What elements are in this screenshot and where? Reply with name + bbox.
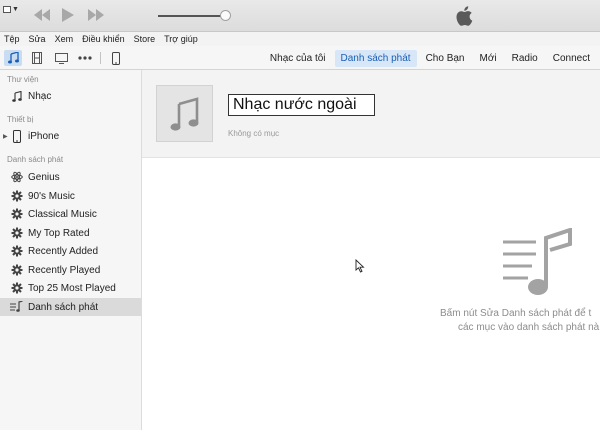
empty-state-message: Bấm nút Sửa Danh sách phát để t các mục … — [440, 307, 600, 335]
empty-state-line: các mục vào danh sách phát nà — [458, 322, 600, 333]
player-toolbar: ▼ — [0, 0, 600, 32]
more-icon — [78, 56, 92, 60]
tv-icon — [54, 52, 68, 64]
genius-atom-icon — [10, 171, 23, 184]
sidebar-item-iphone[interactable]: ▶ iPhone — [0, 127, 141, 145]
sidebar-item-recently-added[interactable]: Recently Added — [0, 242, 141, 260]
section-title-playlists: Danh sách phát — [7, 155, 64, 164]
sidebar-item-label: Nhạc — [28, 90, 52, 102]
sidebar-item-label: Danh sách phát — [28, 301, 99, 313]
nav-bar: Nhạc của tôi Danh sách phát Cho Bạn Mới … — [0, 46, 600, 70]
volume-slider-track[interactable] — [158, 15, 226, 17]
iphone-device-button[interactable] — [107, 50, 125, 66]
tab-my-music[interactable]: Nhạc của tôi — [264, 50, 332, 67]
tv-media-button[interactable] — [52, 50, 70, 66]
menu-view[interactable]: Xem — [55, 34, 74, 44]
sidebar: Thư viện Nhạc Thiết bị ▶ iPhone Danh sác… — [0, 70, 142, 430]
gear-icon — [10, 208, 23, 221]
menu-bar: Tệp Sửa Xem Điều khiển Store Trợ giúp — [0, 32, 600, 46]
tab-for-you[interactable]: Cho Bạn — [420, 50, 471, 67]
film-icon — [32, 52, 42, 64]
sidebar-item-label: Top 25 Most Played — [28, 282, 116, 294]
sidebar-item-label: Classical Music — [28, 208, 97, 220]
sidebar-item-top-25-most-played[interactable]: Top 25 Most Played — [0, 279, 141, 297]
sidebar-item-genius[interactable]: Genius — [0, 168, 141, 186]
sidebar-item-label: My Top Rated — [28, 227, 90, 239]
empty-playlist-icon — [503, 228, 572, 295]
music-note-icon — [10, 90, 23, 103]
playlist-header: Không có mục — [142, 70, 600, 158]
sidebar-item-label: Genius — [28, 171, 60, 183]
sidebar-item-music[interactable]: Nhạc — [0, 87, 141, 105]
sidebar-item-label: Recently Added — [28, 245, 99, 257]
top-tabs: Nhạc của tôi Danh sách phát Cho Bạn Mới … — [264, 50, 596, 67]
gear-icon — [10, 264, 23, 277]
sidebar-item-new-playlist[interactable]: Danh sách phát — [0, 298, 141, 316]
fast-forward-icon[interactable] — [86, 9, 106, 21]
section-title-devices: Thiết bị — [7, 115, 34, 124]
chevron-down-icon: ▼ — [12, 5, 19, 13]
gear-icon — [10, 282, 23, 295]
empty-state-line: Bấm nút Sửa Danh sách phát để t — [440, 308, 592, 319]
rewind-icon[interactable] — [32, 9, 52, 21]
playlist-name-input[interactable] — [228, 94, 375, 116]
sidebar-item-90s-music[interactable]: 90's Music — [0, 187, 141, 205]
music-note-icon — [170, 96, 198, 131]
playlist-item-count: Không có mục — [228, 129, 280, 138]
menu-help[interactable]: Trợ giúp — [164, 34, 198, 44]
gear-icon — [10, 227, 23, 240]
menu-edit[interactable]: Sửa — [29, 34, 46, 44]
apple-logo-icon — [456, 6, 473, 26]
iphone-icon — [112, 51, 120, 65]
sidebar-item-my-top-rated[interactable]: My Top Rated — [0, 224, 141, 242]
sidebar-item-classical-music[interactable]: Classical Music — [0, 205, 141, 223]
sidebar-item-recently-played[interactable]: Recently Played — [0, 261, 141, 279]
tab-new[interactable]: Mới — [474, 50, 503, 67]
music-media-button[interactable] — [4, 50, 22, 66]
mouse-cursor-icon — [355, 259, 365, 273]
disclosure-triangle-icon[interactable]: ▶ — [3, 133, 8, 140]
sidebar-item-label: Recently Played — [28, 264, 101, 276]
menu-store[interactable]: Store — [134, 34, 156, 44]
tab-radio[interactable]: Radio — [506, 50, 544, 67]
gear-icon — [10, 245, 23, 258]
menu-controls[interactable]: Điều khiển — [82, 34, 125, 44]
tab-playlists[interactable]: Danh sách phát — [334, 50, 417, 67]
sidebar-item-label: iPhone — [28, 130, 60, 142]
divider — [100, 52, 101, 64]
music-note-icon — [7, 52, 19, 64]
play-icon[interactable] — [61, 8, 75, 22]
section-title-library: Thư viện — [7, 75, 39, 84]
iphone-icon — [10, 129, 23, 143]
movies-media-button[interactable] — [28, 50, 46, 66]
window-icon — [3, 5, 11, 13]
sidebar-item-label: 90's Music — [28, 190, 75, 202]
playlist-icon — [10, 301, 23, 314]
gear-icon — [10, 190, 23, 203]
tab-connect[interactable]: Connect — [547, 50, 596, 67]
volume-slider-knob[interactable] — [220, 10, 231, 21]
more-button[interactable] — [76, 50, 94, 66]
menu-file[interactable]: Tệp — [4, 34, 20, 44]
window-menu-button[interactable]: ▼ — [3, 3, 23, 15]
playlist-artwork[interactable] — [156, 85, 213, 142]
